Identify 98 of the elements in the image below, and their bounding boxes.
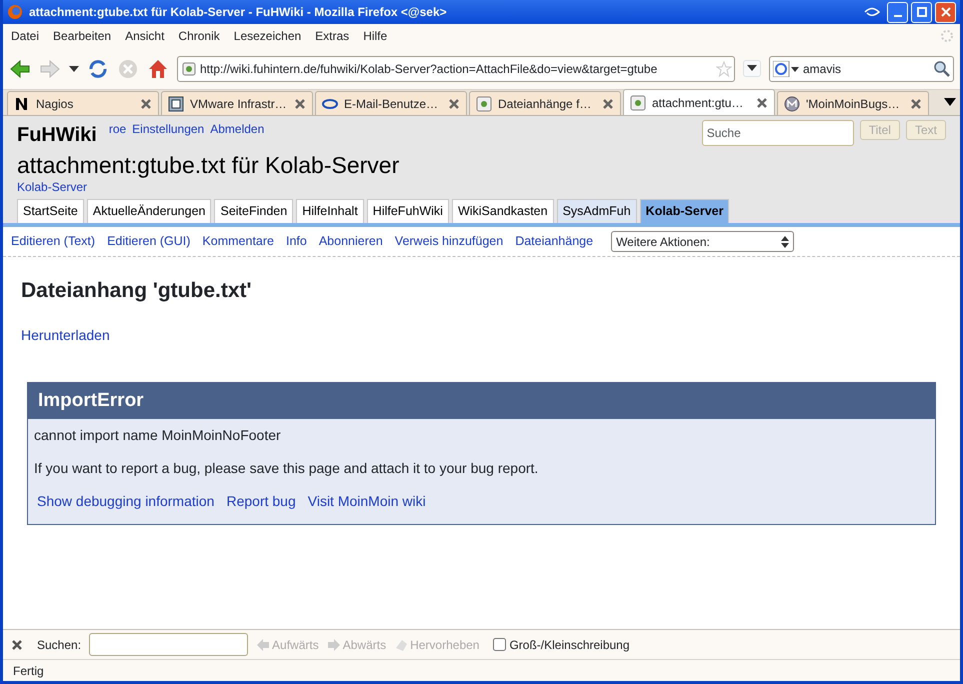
highlight-icon [394, 638, 408, 652]
minimize-button[interactable] [887, 2, 908, 22]
nav-tab[interactable]: AktuelleÄnderungen [86, 199, 212, 224]
status-text: Fertig [13, 662, 44, 680]
tab-list-icon [944, 98, 956, 106]
reload-icon [87, 58, 109, 80]
spinner-icon [940, 29, 954, 43]
find-label: Suchen: [37, 636, 82, 654]
nav-tab[interactable]: Kolab-Server [640, 199, 730, 224]
action-link[interactable]: Editieren (Text) [11, 232, 96, 251]
nav-tab[interactable]: StartSeite [17, 199, 84, 224]
close-icon [938, 5, 952, 19]
tab-label: E-Mail-Benutze… [344, 96, 440, 112]
menu-item[interactable]: Lesezeichen [234, 27, 302, 45]
actions-dropdown[interactable]: Weitere Aktionen: [611, 231, 794, 252]
menu-item[interactable]: Datei [11, 27, 40, 45]
nav-tab[interactable]: HilfeInhalt [296, 199, 364, 224]
nav-tab[interactable]: WikiSandkasten [452, 199, 554, 224]
page-icon [182, 62, 196, 76]
error-title: ImportError [28, 382, 935, 420]
vmware-icon [168, 96, 184, 112]
browser-tab[interactable]: E-Mail-Benutze… [315, 91, 467, 115]
moin-icon [784, 96, 800, 112]
dropdown-button[interactable] [743, 60, 761, 78]
close-icon [602, 98, 614, 110]
wiki-search-field[interactable]: Suche [702, 120, 854, 146]
tab-label: attachment:gtu… [652, 94, 744, 112]
browser-tab[interactable]: Dateianhänge f… [469, 91, 621, 115]
tab-label: Nagios [36, 96, 74, 112]
browser-tab[interactable]: Nagios [7, 91, 159, 115]
download-link[interactable]: Herunterladen [21, 326, 110, 343]
user-link[interactable]: Abmelden [210, 120, 264, 138]
maximize-button[interactable] [911, 2, 932, 22]
action-link[interactable]: Kommentare [202, 232, 274, 251]
firefox-icon [7, 4, 23, 20]
site-logo[interactable]: FuHWiki [17, 120, 97, 150]
minimize-icon [894, 15, 902, 17]
nav-tab[interactable]: SysAdmFuh [556, 199, 637, 224]
tab-label: VMware Infrastr… [190, 96, 288, 112]
url-text: http://wiki.fuhintern.de/fuhwiki/Kolab-Server?action=AttachFile&do=view&target=gtube [200, 60, 658, 78]
browser-tab[interactable]: 'MoinMoinBugs… [777, 91, 929, 115]
up-arrow-icon [256, 638, 270, 652]
find-field[interactable] [89, 632, 248, 656]
tab-label: 'MoinMoinBugs… [806, 96, 901, 112]
page-icon [630, 94, 646, 110]
close-button[interactable] [935, 2, 956, 22]
back-arrow-icon [9, 58, 31, 78]
checkbox-label: Groß-/Kleinschreibung [509, 636, 630, 654]
letter-n-icon [14, 96, 30, 112]
search-field[interactable]: amavis [769, 56, 954, 82]
close-icon [140, 98, 152, 110]
error-link[interactable]: Show debugging information [37, 491, 214, 512]
menu-item[interactable]: Extras [315, 27, 350, 45]
nav-tab[interactable]: HilfeFuhWiki [366, 199, 449, 224]
error-hint: If you want to report a bug, please save this page and attach it to your bug report. [34, 459, 538, 478]
menu-item[interactable]: Chronik [178, 27, 220, 45]
error-link[interactable]: Visit MoinMoin wiki [308, 491, 426, 512]
search-engine-icon [773, 60, 799, 76]
window-title: attachment:gtube.txt für Kolab-Server - FuHWiki - Mozilla Firefox <@sek> [29, 4, 448, 21]
forward-arrow-icon [39, 58, 61, 78]
dropdown-label: Weitere Aktionen: [616, 234, 710, 251]
menu-item[interactable]: Hilfe [363, 27, 388, 45]
close-icon [448, 98, 460, 110]
close-icon [756, 96, 768, 108]
down-arrow-icon [326, 638, 341, 652]
swirl-icon [863, 5, 881, 19]
nav-tab[interactable]: SeiteFinden [214, 199, 294, 224]
tab-label: Dateianhänge f… [498, 96, 592, 112]
breadcrumb-link[interactable]: Kolab-Server [17, 178, 88, 196]
url-field[interactable]: http://wiki.fuhintern.de/fuhwiki/Kolab-Server?action=AttachFile&do=view&target=gtube [177, 56, 735, 82]
page-icon [476, 96, 492, 112]
action-link[interactable]: Dateianhänge [515, 232, 594, 251]
error-message: cannot import name MoinMoinNoFooter [34, 426, 281, 446]
checkbox[interactable] [493, 638, 506, 651]
search-value: amavis [803, 60, 842, 78]
close-icon [294, 98, 306, 110]
action-link[interactable]: Abonnieren [318, 232, 383, 251]
star-icon [716, 60, 732, 76]
action-link[interactable]: Verweis hinzufügen [394, 232, 504, 251]
caret-icon [747, 64, 757, 71]
heading: Dateianhang 'gtube.txt' [21, 278, 252, 304]
search-icon [934, 60, 950, 76]
browser-tab[interactable]: VMware Infrastr… [161, 91, 313, 115]
menu-item[interactable]: Bearbeiten [53, 27, 112, 45]
user-link[interactable]: roe [108, 120, 126, 138]
dropdown-arrow-icon [69, 66, 79, 72]
browser-tab[interactable]: attachment:gtu… [623, 89, 775, 115]
page-title: attachment:gtube.txt für Kolab-Server [17, 153, 400, 178]
updown-icon [781, 236, 790, 248]
home-icon [147, 58, 169, 80]
error-link[interactable]: Report bug [226, 491, 296, 512]
action-link[interactable]: Info [286, 232, 307, 251]
user-link[interactable]: Einstellungen [132, 120, 204, 138]
action-link[interactable]: Editieren (GUI) [107, 232, 190, 251]
close-icon [910, 98, 922, 110]
maximize-icon [914, 5, 928, 19]
menu-item[interactable]: Ansicht [125, 27, 164, 45]
stop-icon [117, 58, 139, 80]
